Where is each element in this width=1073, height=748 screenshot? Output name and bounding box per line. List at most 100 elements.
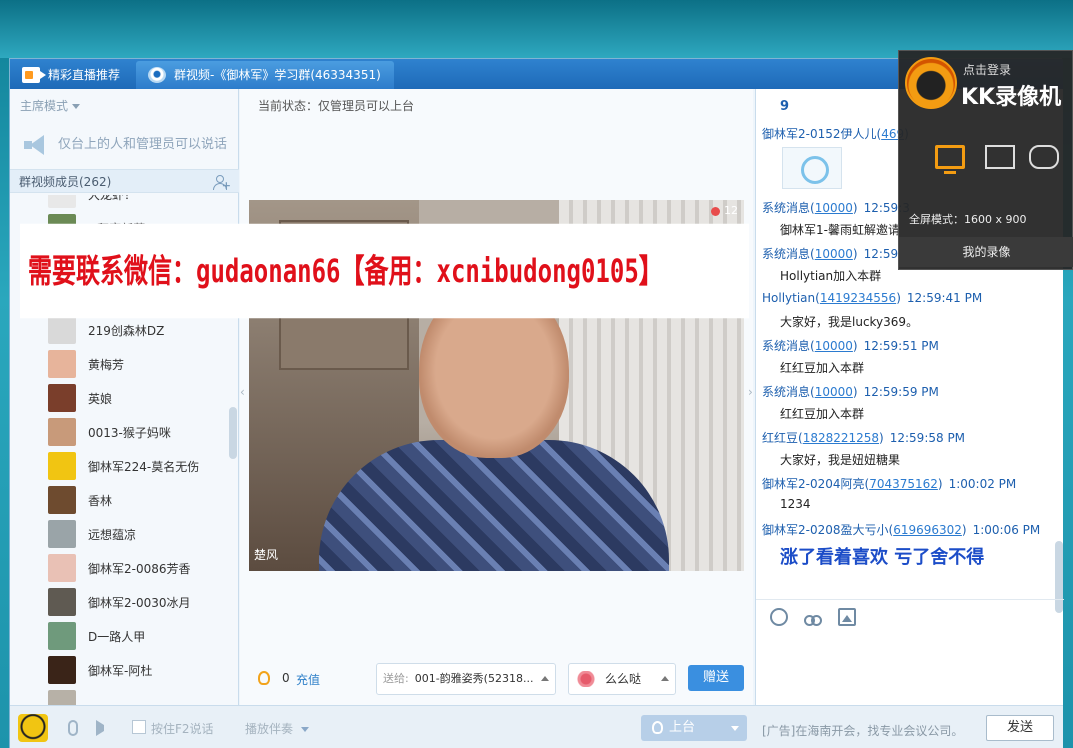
member-list-scrollbar[interactable]	[229, 407, 237, 459]
member-name: 黄梅芳	[88, 358, 125, 372]
avatar	[48, 316, 76, 344]
chat-timestamp: 12:59:59 PM	[863, 385, 939, 399]
chevron-up-icon	[661, 676, 669, 681]
members-header: 群视频成员(262) +	[10, 169, 239, 193]
tab-live-recommend-label: 精彩直播推荐	[48, 68, 121, 82]
add-user-icon[interactable]: +	[213, 173, 231, 191]
tab-live-recommend[interactable]: 精彩直播推荐	[10, 61, 134, 89]
mode-label: 主席模式	[20, 99, 69, 113]
stage-mic-icon	[652, 721, 663, 734]
chat-sender-uid[interactable]: 1419234556	[820, 291, 896, 305]
emoji-icon[interactable]	[770, 608, 788, 626]
chat-message: 涨了看着喜欢 亏了舍不得	[780, 547, 985, 568]
chat-sender-name: 御林军2-0208盈大亏小(	[762, 523, 894, 537]
ad-text[interactable]: [广告]在海南开会，找专业会议公司。	[762, 722, 963, 739]
video-prev-arrow[interactable]: ‹	[240, 385, 245, 399]
avatar	[48, 486, 76, 514]
chat-sender-name: 系统消息(	[762, 385, 815, 399]
rose-icon	[577, 671, 595, 687]
avatar	[48, 350, 76, 378]
chat-sender-line: Hollytian(1419234556) 12:59:41 PM	[762, 291, 983, 305]
gift-select[interactable]: 么么哒	[568, 663, 676, 695]
kk-my-records-button[interactable]: 我的录像	[899, 237, 1073, 267]
window-mode-icon[interactable]	[985, 145, 1015, 169]
member-item[interactable]: 大龙虾！	[10, 195, 232, 211]
f2-talk-checkbox[interactable]	[132, 720, 146, 734]
accompaniment-button[interactable]: 播放伴奏	[245, 720, 310, 737]
tab-group-video[interactable]: 群视频-《御林军》学习群(46334351)	[136, 61, 394, 89]
chat-image-thumbnail[interactable]	[782, 147, 842, 189]
chat-sender-name: 御林军2-0204阿亮(	[762, 477, 870, 491]
avatar	[48, 520, 76, 548]
chat-message: 红红豆加入本群	[780, 407, 865, 421]
notice-text: 仅台上的人和管理员可以说话	[58, 137, 228, 152]
megaphone-icon	[20, 133, 52, 157]
scissors-icon[interactable]	[804, 608, 822, 626]
member-item[interactable]: 黄梅芳	[10, 347, 232, 381]
chat-sender-uid[interactable]: 10000	[815, 201, 853, 215]
chat-sender-line: 系统消息(10000) 12:59:4	[762, 247, 910, 261]
avatar	[48, 622, 76, 650]
send-to-value: 001-韵雅姿秀(52318...	[414, 672, 534, 685]
member-name: 御林军-阿杜	[88, 664, 153, 678]
chat-message: 御林军1-馨雨虹解邀请	[780, 223, 900, 237]
gift-bar: 0 充值 送给: 001-韵雅姿秀(52318... 么么哒 赠送	[240, 659, 753, 699]
chevron-down-icon	[72, 104, 81, 109]
gift-name: 么么哒	[605, 672, 642, 686]
video-next-arrow[interactable]: ›	[748, 385, 753, 399]
contact-watermark-banner: 需要联系微信：gudaonan66【备用：xcnibudong0105】	[20, 223, 749, 319]
member-item[interactable]: 御林军224-莫名无伤	[10, 449, 232, 483]
chat-message: 红红豆加入本群	[780, 361, 865, 375]
f2-talk-label: 按住F2说话	[151, 722, 214, 736]
recharge-link[interactable]: 充值	[296, 671, 320, 688]
chat-sender-uid[interactable]: 10000	[815, 247, 853, 261]
image-icon[interactable]	[838, 608, 856, 626]
member-name: D一路人甲	[88, 630, 146, 644]
chat-sender-uid[interactable]: 619696302	[893, 523, 962, 537]
avatar	[48, 554, 76, 582]
gift-recipient-select[interactable]: 送给: 001-韵雅姿秀(52318...	[376, 663, 556, 695]
chat-sender-line: 系统消息(10000) 12:59:59 PM	[762, 385, 939, 399]
member-item[interactable]: 远想蕴凉	[10, 517, 232, 551]
chat-sender-line: 御林军2-0152伊人儿(469)	[762, 125, 915, 142]
chat-sender-name: 红红豆(	[762, 431, 803, 445]
speaker-icon[interactable]	[96, 720, 110, 736]
member-item[interactable]: 香林	[10, 483, 232, 517]
member-item[interactable]: 御林军2-0086芳香	[10, 551, 232, 585]
member-item[interactable]: 0013-猴子妈咪	[10, 415, 232, 449]
mode-selector[interactable]: 主席模式	[20, 97, 81, 114]
kk-logo-icon	[905, 57, 957, 109]
chevron-up-icon	[541, 676, 549, 681]
chat-sender-name: 系统消息(	[762, 247, 815, 261]
go-on-stage-button[interactable]: 上台	[641, 715, 747, 741]
chat-sender-uid[interactable]: 1828221258	[803, 431, 879, 445]
gift-send-button[interactable]: 赠送	[688, 665, 744, 691]
game-mode-icon[interactable]	[1029, 145, 1059, 169]
send-message-button[interactable]: 发送	[986, 715, 1054, 741]
fullscreen-mode-icon[interactable]	[935, 145, 965, 174]
chat-sender-uid[interactable]: 10000	[815, 385, 853, 399]
microphone-icon[interactable]	[68, 720, 78, 736]
speaker-name: 楚风	[254, 548, 279, 562]
kk-title: KK录像机	[961, 85, 1062, 110]
member-item[interactable]: 御林军2-0030冰月	[10, 585, 232, 619]
member-name: 大龙虾！	[88, 195, 137, 202]
member-name: 御林军2-0086芳香	[88, 562, 191, 576]
chat-sender-name: 系统消息(	[762, 339, 815, 353]
member-item[interactable]: D一路人甲	[10, 619, 232, 653]
member-item[interactable]: 英娘	[10, 381, 232, 415]
chat-sender-name: 御林军2-0152伊人儿(	[762, 127, 882, 141]
user-badge-icon[interactable]	[18, 714, 48, 742]
member-item[interactable]	[10, 687, 232, 705]
center-panel: 当前状态：仅管理员可以上台 12 楚风 ‹ › 0 充值 送给: 001-韵雅姿秀…	[240, 89, 753, 705]
members-header-label: 群视频成员(262)	[19, 175, 112, 189]
member-name: 英娘	[88, 392, 113, 406]
chat-timestamp: 1:00:02 PM	[948, 477, 1017, 491]
kk-login-link[interactable]: 点击登录	[963, 61, 1011, 78]
member-name: 御林军2-0030冰月	[88, 596, 191, 610]
member-item[interactable]: 御林军-阿杜	[10, 653, 232, 687]
chat-sender-uid[interactable]: 10000	[815, 339, 853, 353]
member-name: 香林	[88, 494, 113, 508]
chat-toolbar	[756, 599, 1064, 631]
chat-sender-uid[interactable]: 704375162	[869, 477, 938, 491]
